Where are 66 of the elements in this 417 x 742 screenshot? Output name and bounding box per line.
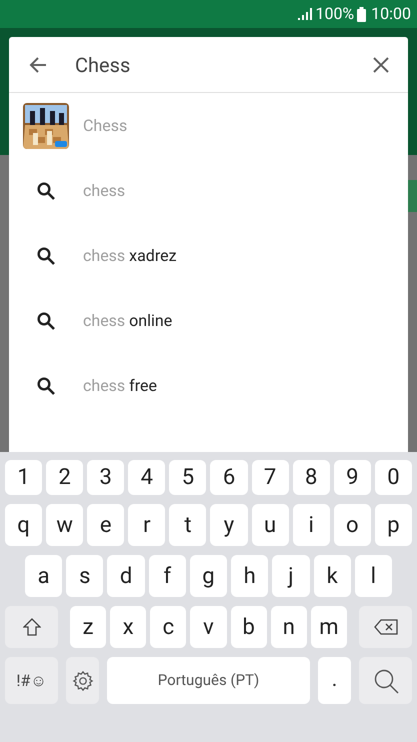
suggestion-item[interactable]: chess free (9, 353, 408, 418)
suggestion-item[interactable]: chess online (9, 288, 408, 353)
search-icon (37, 182, 55, 200)
keyboard-key[interactable]: n (270, 606, 307, 648)
keyboard-key[interactable]: 3 (87, 460, 124, 495)
keyboard-key[interactable]: 4 (128, 460, 166, 495)
suggestion-text: chess (83, 180, 126, 202)
keyboard-key[interactable]: 8 (292, 460, 330, 495)
backspace-key[interactable] (359, 606, 412, 648)
keyboard-key[interactable]: 6 (210, 460, 248, 495)
shift-icon (22, 618, 40, 636)
search-icon (372, 668, 398, 694)
search-field[interactable]: Chess (75, 50, 373, 80)
keyboard-key[interactable]: d (107, 555, 145, 597)
suggestion-text: chess online (83, 310, 172, 332)
keyboard-key[interactable]: p (374, 504, 412, 546)
keyboard-key[interactable]: q (5, 504, 42, 546)
keyboard-key[interactable]: v (190, 606, 227, 648)
space-bar[interactable]: Português (PT) (107, 657, 310, 704)
signal-icon (298, 8, 312, 20)
keyboard-key[interactable]: e (87, 504, 124, 546)
keyboard-key[interactable]: j (272, 555, 310, 597)
back-arrow-icon[interactable] (29, 56, 47, 74)
keyboard-key[interactable]: l (354, 555, 392, 597)
keyboard-key[interactable]: o (334, 504, 371, 546)
period-key[interactable]: . (318, 657, 351, 704)
keyboard-key[interactable]: k (314, 555, 351, 597)
backspace-icon (374, 619, 398, 635)
battery-icon (357, 6, 366, 22)
suggestion-item[interactable]: chess xadrez (9, 223, 408, 288)
keyboard-key[interactable]: y (210, 504, 248, 546)
suggestion-text: Chess (83, 114, 128, 136)
symbols-key[interactable]: !#☺ (5, 657, 58, 704)
close-icon[interactable] (373, 56, 389, 72)
battery-percent: 100% (315, 3, 354, 25)
keyboard-key[interactable]: b (230, 606, 267, 648)
keyboard-key[interactable]: s (66, 555, 104, 597)
keyboard-key[interactable]: 5 (169, 460, 206, 495)
keyboard-key[interactable]: z (70, 606, 106, 648)
suggestion-text: chess free (83, 374, 157, 396)
keyboard-key[interactable]: a (25, 555, 62, 597)
keyboard-key[interactable]: 7 (252, 460, 289, 495)
keyboard-key[interactable]: f (148, 555, 186, 597)
settings-icon (72, 670, 94, 692)
keyboard-key[interactable]: w (46, 504, 84, 546)
keyboard-key[interactable]: c (150, 606, 186, 648)
keyboard-key[interactable]: 1 (5, 460, 42, 495)
keyboard-key[interactable]: m (310, 606, 347, 648)
search-icon (37, 246, 55, 264)
shift-key[interactable] (5, 606, 58, 648)
keyboard-key[interactable]: x (110, 606, 146, 648)
keyboard-key[interactable]: 9 (334, 460, 371, 495)
search-icon (37, 312, 55, 330)
keyboard-key[interactable]: g (190, 555, 228, 597)
clock: 10:00 (371, 3, 411, 25)
search-icon (37, 376, 55, 394)
keyboard-key[interactable]: 2 (46, 460, 84, 495)
keyboard-key[interactable]: i (292, 504, 330, 546)
keyboard-key[interactable]: h (231, 555, 268, 597)
settings-key[interactable] (66, 657, 99, 704)
keyboard-key[interactable]: 0 (374, 460, 412, 495)
keyboard-key[interactable]: r (128, 504, 166, 546)
keyboard-key[interactable]: t (169, 504, 206, 546)
keyboard-key[interactable]: u (252, 504, 289, 546)
search-key[interactable] (359, 657, 412, 704)
suggestion-text: chess xadrez (83, 244, 177, 266)
